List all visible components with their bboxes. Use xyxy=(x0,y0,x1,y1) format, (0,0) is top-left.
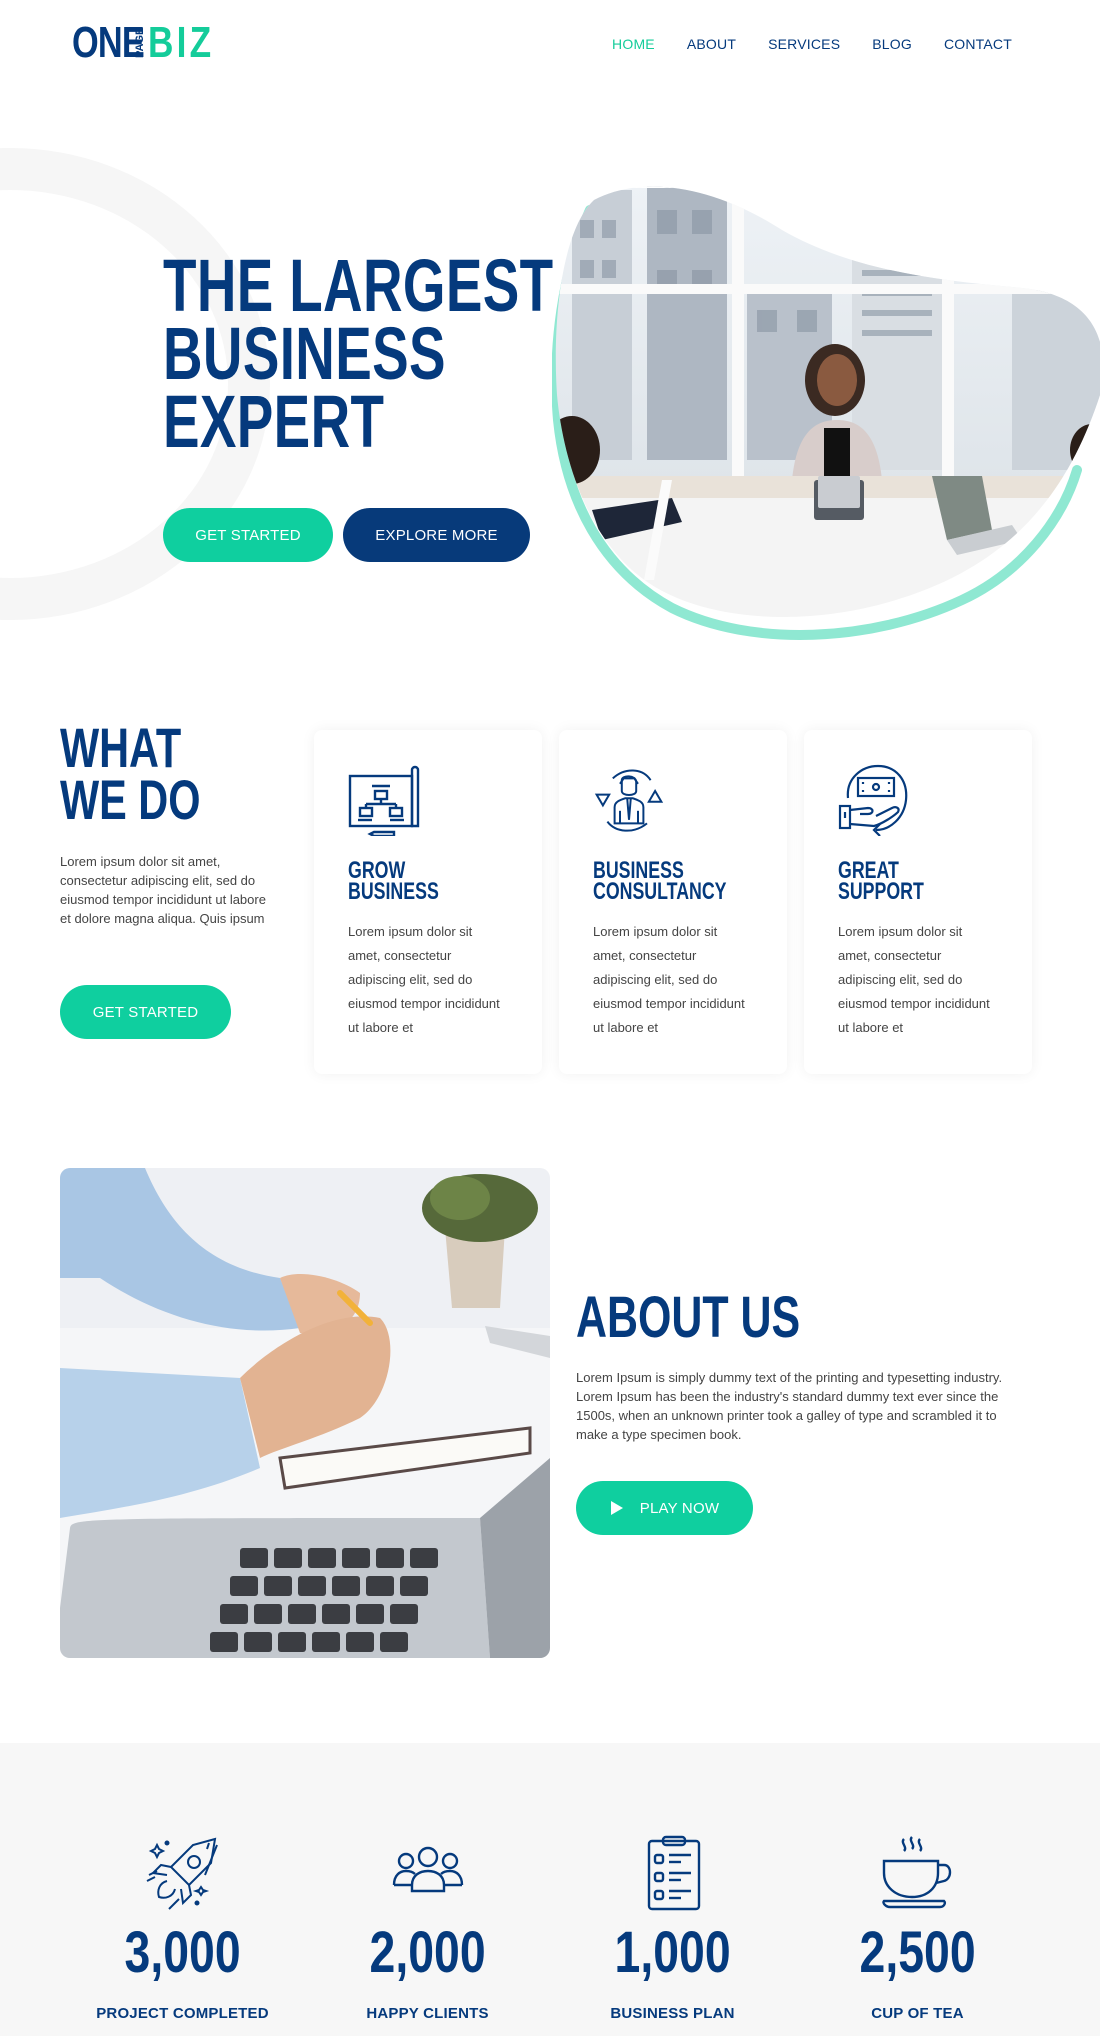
tea-cup-icon xyxy=(881,1836,951,1909)
title-line: WE DO xyxy=(60,768,201,831)
nav-contact[interactable]: CONTACT xyxy=(944,36,1012,52)
stat-value-text: 2,000 xyxy=(369,1920,486,1985)
stat-label: BUSINESS PLAN xyxy=(610,2005,735,2022)
stat-value-text: 1,000 xyxy=(614,1920,731,1985)
stat-item: 2,500 CUP OF TEA xyxy=(795,1743,1040,2036)
stat-label: CUP OF TEA xyxy=(871,2005,964,2022)
main-nav: HOME ABOUT SERVICES BLOG CONTACT xyxy=(612,36,1012,52)
stat-value: 1,000 xyxy=(550,1920,795,1985)
service-card-business-consultancy[interactable]: BUSINESS CONSULTANCY Lorem ipsum dolor s… xyxy=(559,730,787,1074)
get-started-button[interactable]: GET STARTED xyxy=(163,508,333,562)
stats-section: 3,000 PROJECT COMPLETED 2,000 HAPPY CLIE… xyxy=(0,1743,1100,2036)
users-icon xyxy=(392,1846,463,1893)
stat-value: 2,000 xyxy=(305,1920,550,1985)
card-title: GROW BUSINESS xyxy=(348,859,540,905)
stat-label: PROJECT COMPLETED xyxy=(96,2005,269,2022)
hero-title-line: THE LARGEST xyxy=(163,244,554,327)
card-title-line: CONSULTANCY xyxy=(593,878,727,905)
about-text: Lorem Ipsum is simply dummy text of the … xyxy=(576,1370,1003,1442)
stat-value-text: 2,500 xyxy=(859,1920,976,1985)
logo-part-one: ONE xyxy=(72,18,145,67)
play-icon xyxy=(610,1501,623,1515)
about-image xyxy=(60,1168,550,1658)
service-card-great-support[interactable]: GREAT SUPPORT Lorem ipsum dolor sit amet… xyxy=(804,730,1032,1074)
card-title-line: BUSINESS xyxy=(348,878,439,905)
card-text: Lorem ipsum dolor sit amet, consectetur … xyxy=(593,924,745,1035)
about-title: ABOUT US xyxy=(576,1285,801,1350)
play-now-label: PLAY NOW xyxy=(639,1499,720,1517)
card-title: GREAT SUPPORT xyxy=(838,859,1030,905)
hero-title-line: EXPERT xyxy=(163,380,385,463)
stat-value-text: 3,000 xyxy=(124,1920,241,1985)
what-we-do-title: WHAT WE DO xyxy=(60,716,282,831)
nav-services[interactable]: SERVICES xyxy=(768,36,840,52)
hero-title: THE LARGEST BUSINESS EXPERT xyxy=(163,244,577,463)
title-line: WHAT xyxy=(60,716,182,779)
stat-item: 3,000 PROJECT COMPLETED xyxy=(60,1743,305,2036)
rocket-icon xyxy=(146,1837,218,1910)
stat-item: 2,000 HAPPY CLIENTS xyxy=(305,1743,550,2036)
stat-label: HAPPY CLIENTS xyxy=(366,2005,489,2022)
what-we-do-get-started-button[interactable]: GET STARTED xyxy=(60,985,231,1039)
blueprint-icon xyxy=(348,765,420,836)
stat-value: 2,500 xyxy=(795,1920,1040,1985)
money-hand-icon xyxy=(838,764,908,836)
consultant-icon xyxy=(594,769,664,832)
nav-blog[interactable]: BLOG xyxy=(872,36,912,52)
clipboard-icon xyxy=(647,1835,700,1911)
nav-about[interactable]: ABOUT xyxy=(687,36,736,52)
card-text: Lorem ipsum dolor sit amet, consectetur … xyxy=(838,924,990,1035)
logo[interactable]: ONE PAGE BIZ xyxy=(72,18,231,67)
logo-part-page: PAGE xyxy=(134,27,146,59)
hero-title-line: BUSINESS xyxy=(163,312,446,395)
nav-home[interactable]: HOME xyxy=(612,36,655,52)
hero-image xyxy=(552,186,1100,640)
what-we-do-text: Lorem ipsum dolor sit amet, consectetur … xyxy=(60,854,266,926)
service-card-grow-business[interactable]: GROW BUSINESS Lorem ipsum dolor sit amet… xyxy=(314,730,542,1074)
stat-item: 1,000 BUSINESS PLAN xyxy=(550,1743,795,2036)
card-text: Lorem ipsum dolor sit amet, consectetur … xyxy=(348,924,500,1035)
play-now-button[interactable]: PLAY NOW xyxy=(576,1481,753,1535)
site-header: ONE PAGE BIZ HOME ABOUT SERVICES BLOG CO… xyxy=(0,0,1100,90)
logo-part-biz: BIZ xyxy=(148,18,215,67)
card-title-line: SUPPORT xyxy=(838,878,924,905)
card-title: BUSINESS CONSULTANCY xyxy=(593,859,785,905)
explore-more-button[interactable]: EXPLORE MORE xyxy=(343,508,530,562)
stat-value: 3,000 xyxy=(60,1920,305,1985)
